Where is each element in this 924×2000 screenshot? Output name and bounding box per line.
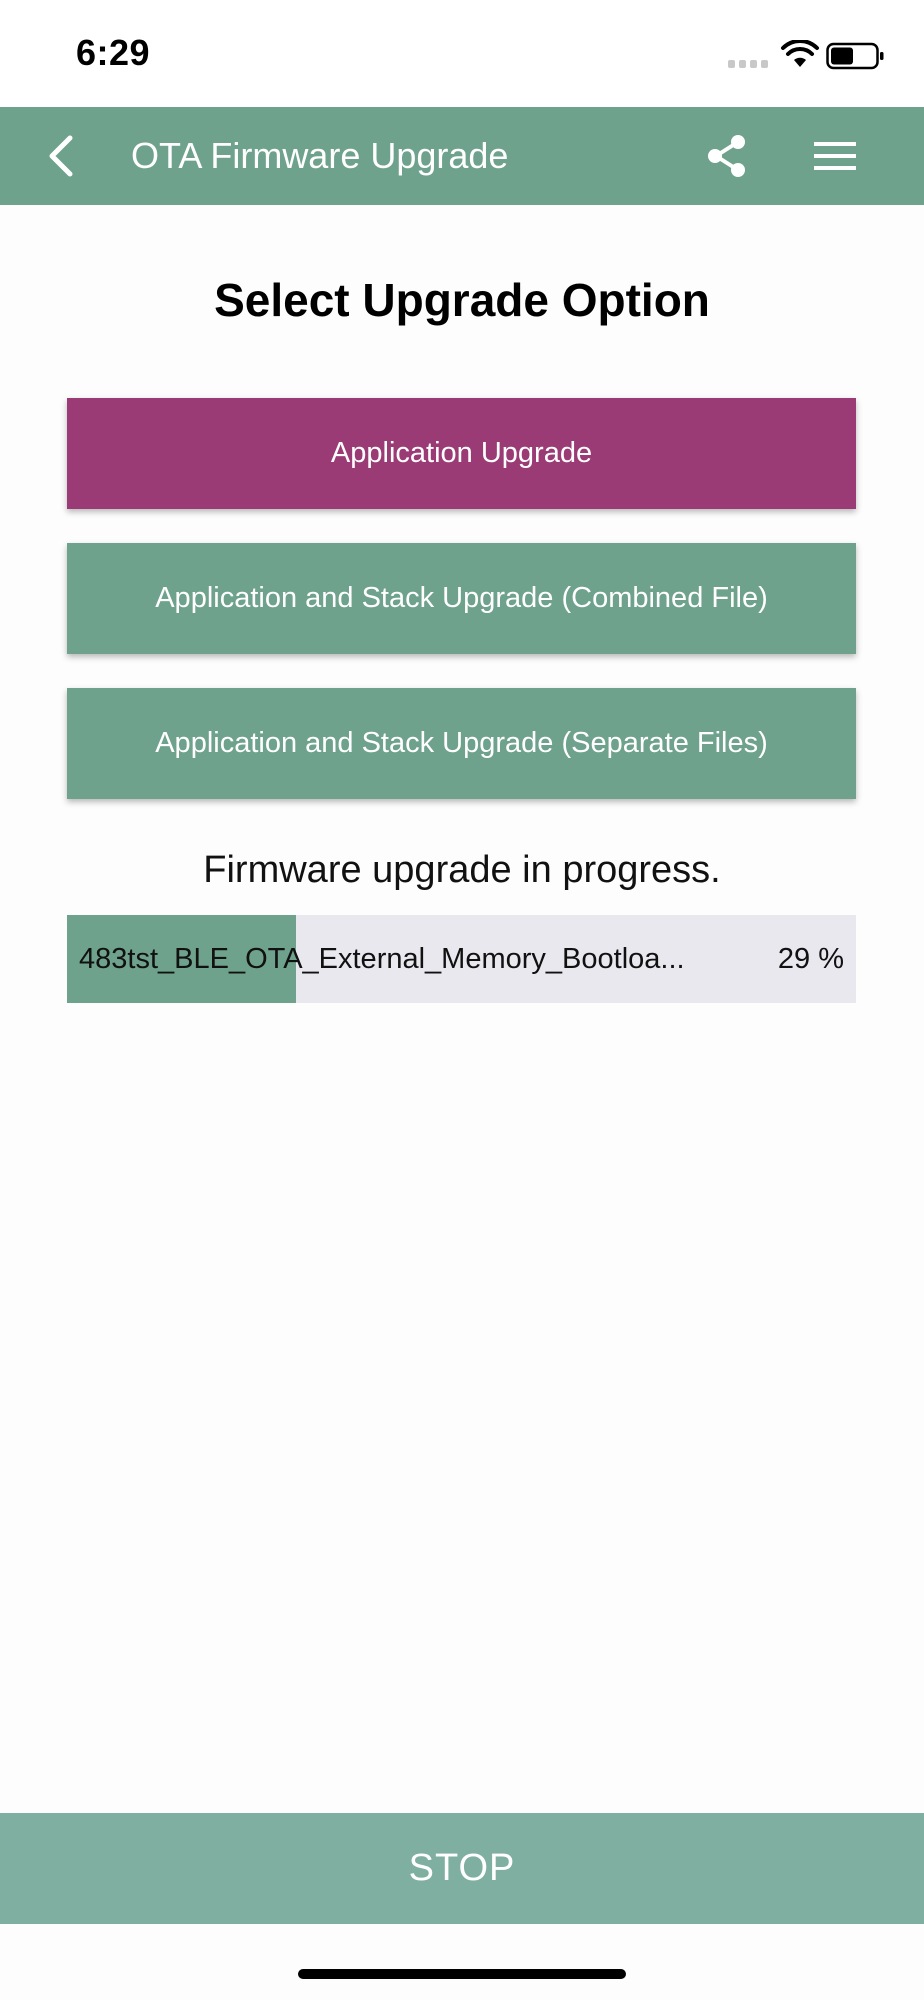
page-title: OTA Firmware Upgrade	[131, 135, 509, 176]
share-button[interactable]	[700, 131, 754, 181]
wifi-icon	[781, 40, 819, 67]
application-upgrade-button[interactable]: Application Upgrade	[67, 398, 856, 509]
chevron-left-icon	[49, 135, 73, 177]
section-heading: Select Upgrade Option	[214, 274, 710, 326]
battery-icon	[826, 42, 884, 70]
button-label: Application and Stack Upgrade (Separate …	[155, 727, 768, 759]
progress-percent: 29 %	[777, 943, 844, 975]
nav-bar: OTA Firmware Upgrade	[0, 107, 924, 205]
home-indicator	[298, 1969, 626, 1979]
signal-dots-icon	[728, 60, 768, 68]
stop-label: STOP	[408, 1847, 516, 1889]
status-time: 6:29	[76, 32, 151, 73]
progress-filename: 483tst_BLE_OTA_External_Memory_Bootloa..…	[79, 943, 685, 975]
button-label: Application and Stack Upgrade (Combined …	[155, 582, 768, 614]
share-icon	[708, 135, 745, 177]
combined-file-upgrade-button[interactable]: Application and Stack Upgrade (Combined …	[67, 543, 856, 654]
status-bar: 6:29	[0, 0, 924, 107]
stop-button[interactable]: STOP	[0, 1813, 924, 1924]
menu-button[interactable]	[808, 131, 862, 181]
separate-files-upgrade-button[interactable]: Application and Stack Upgrade (Separate …	[67, 688, 856, 799]
progress-bar: 483tst_BLE_OTA_External_Memory_Bootloa..…	[67, 915, 856, 1003]
hamburger-menu-icon	[814, 142, 856, 170]
progress-message: Firmware upgrade in progress.	[203, 849, 721, 891]
button-label: Application Upgrade	[330, 437, 593, 469]
back-button[interactable]	[36, 131, 86, 181]
